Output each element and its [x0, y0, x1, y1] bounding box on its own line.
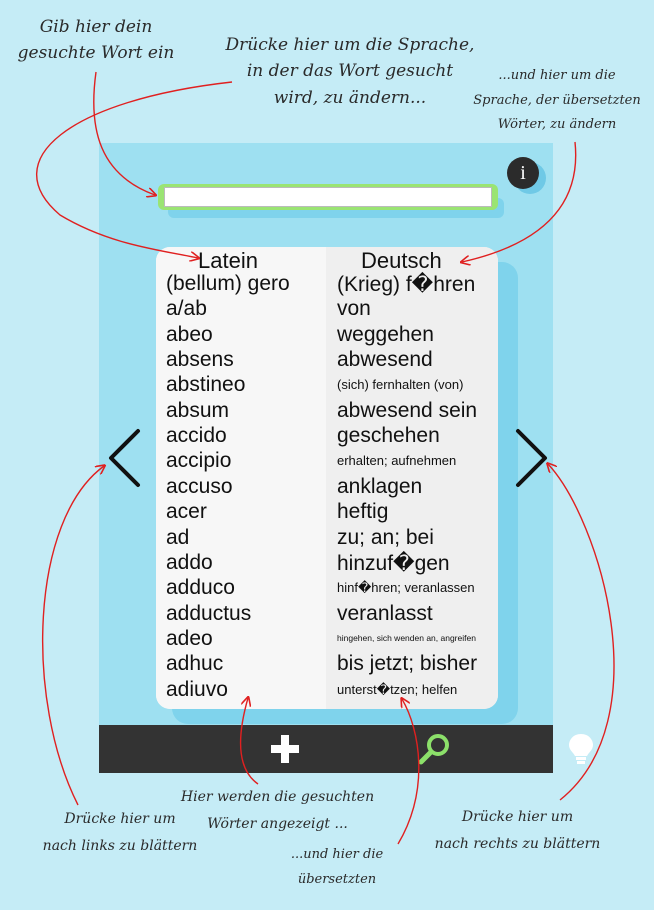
- translations-hint-note: ...und hier die übersetzten: [290, 847, 384, 887]
- latin-word: addo: [166, 550, 213, 574]
- bottom-toolbar: [99, 725, 593, 773]
- latin-word: accuso: [166, 474, 233, 498]
- latin-word: accido: [166, 424, 227, 448]
- german-translation: abwesend sein: [337, 398, 478, 422]
- german-translation: (Krieg) f�hren: [337, 273, 476, 296]
- target-language-selector[interactable]: Deutsch: [361, 248, 442, 274]
- german-translation: geschehen: [337, 424, 440, 448]
- search-icon[interactable]: [414, 731, 454, 767]
- german-translation: anklagen: [337, 474, 423, 498]
- latin-word: adductus: [166, 601, 252, 625]
- arrow-to-previous-page: [41, 466, 104, 806]
- latin-word: adiuvo: [166, 677, 228, 701]
- source-language-hint-note: Drücke hier um die Sprache, in der das W…: [225, 35, 475, 108]
- latin-word: abeo: [166, 322, 213, 346]
- latin-word: absens: [166, 348, 234, 372]
- info-button[interactable]: i: [507, 157, 539, 189]
- german-translation: von: [337, 297, 371, 321]
- add-icon[interactable]: [265, 731, 305, 767]
- german-translation: zu; an; bei: [337, 525, 434, 549]
- latin-word: abstineo: [166, 373, 246, 397]
- previous-page-button[interactable]: [106, 428, 146, 488]
- search-input[interactable]: [164, 187, 492, 207]
- lightbulb-icon[interactable]: [561, 731, 601, 767]
- target-language-hint-note: ...und hier um die Sprache, der übersetz…: [473, 68, 641, 133]
- latin-word: adhuc: [166, 652, 224, 676]
- word-list: Latein Deutsch (bellum) gero (Krieg) f�hr…: [156, 247, 498, 709]
- latin-word: absum: [166, 398, 230, 422]
- latin-word: ad: [166, 525, 190, 549]
- latin-word: accipio: [166, 449, 232, 473]
- results-hint-note: Hier werden die gesuchten Wörter angezei…: [180, 789, 375, 832]
- german-translation: bis jetzt; bisher: [337, 652, 478, 676]
- german-translation: weggehen: [337, 322, 434, 346]
- latin-word: (bellum) gero: [166, 272, 290, 295]
- source-language-selector[interactable]: Latein: [198, 248, 258, 274]
- search-hint-note: Gib hier dein gesuchte Wort ein: [17, 17, 175, 64]
- german-translation: hinzuf�gen: [337, 551, 450, 575]
- latin-word: adduco: [166, 576, 235, 600]
- latin-word: adeo: [166, 626, 213, 650]
- latin-word: a/ab: [166, 297, 207, 321]
- german-translation: unterst�tzen; helfen: [337, 681, 458, 697]
- german-translation: heftig: [337, 500, 389, 524]
- latin-word: acer: [166, 500, 207, 524]
- next-page-button[interactable]: [510, 428, 550, 488]
- german-translation: veranlasst: [337, 601, 433, 625]
- german-translation: abwesend: [337, 348, 433, 372]
- next-page-hint-note: Drücke hier um nach rechts zu blättern: [434, 809, 601, 852]
